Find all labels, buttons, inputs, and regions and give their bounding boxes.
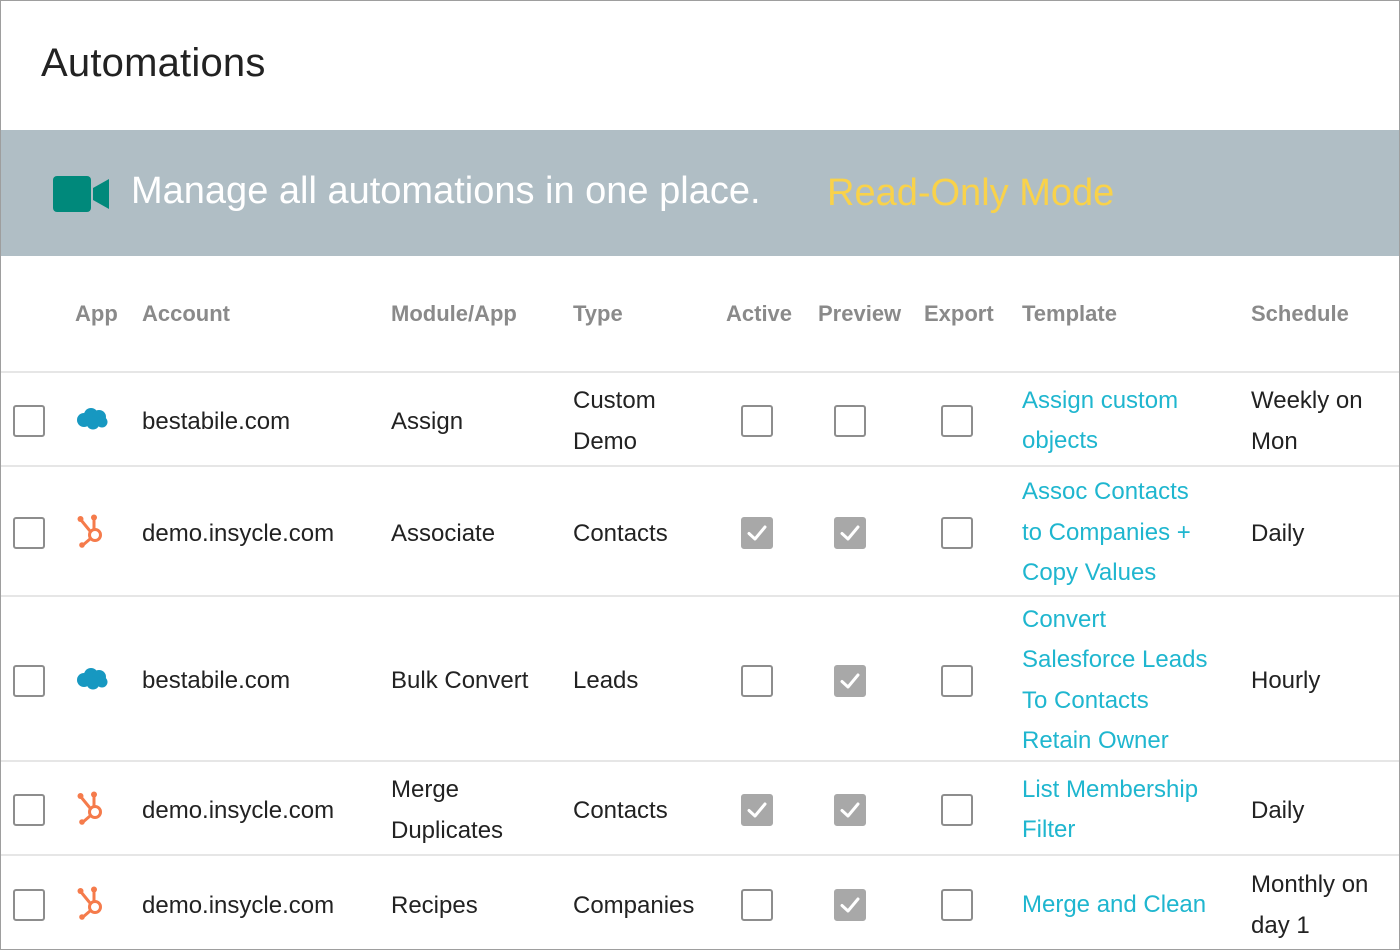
account-cell: demo.insycle.com bbox=[142, 891, 335, 919]
header-account[interactable]: Account bbox=[142, 301, 230, 327]
row-select-checkbox[interactable] bbox=[13, 794, 45, 826]
header-app[interactable]: App bbox=[75, 301, 118, 327]
salesforce-icon bbox=[75, 407, 109, 431]
account-cell: demo.insycle.com bbox=[142, 519, 335, 547]
account-cell: bestabile.com bbox=[142, 667, 291, 694]
type-cell: Custom Demo bbox=[573, 387, 656, 455]
read-only-mode-label: Read-Only Mode bbox=[827, 172, 1115, 214]
active-checkbox[interactable] bbox=[741, 794, 773, 826]
info-banner: Manage all automations in one place. Rea… bbox=[1, 130, 1399, 256]
preview-checkbox[interactable] bbox=[834, 517, 866, 549]
hubspot-icon bbox=[77, 886, 107, 920]
module-cell: Recipes bbox=[391, 891, 478, 919]
row-select-checkbox[interactable] bbox=[13, 517, 45, 549]
hubspot-icon bbox=[77, 514, 107, 548]
header-preview[interactable]: Preview bbox=[818, 301, 901, 327]
schedule-cell: Weekly on Mon bbox=[1251, 387, 1363, 455]
header-export[interactable]: Export bbox=[924, 301, 994, 327]
row-divider bbox=[1, 465, 1399, 467]
type-cell: Companies bbox=[573, 891, 695, 919]
hubspot-icon bbox=[77, 791, 107, 825]
account-cell: demo.insycle.com bbox=[142, 796, 335, 824]
schedule-cell: Daily bbox=[1251, 796, 1305, 824]
preview-checkbox[interactable] bbox=[834, 794, 866, 826]
banner-message: Manage all automations in one place. bbox=[131, 170, 761, 212]
header-active[interactable]: Active bbox=[726, 301, 792, 327]
template-link[interactable]: Merge and Clean bbox=[1022, 885, 1206, 926]
active-checkbox[interactable] bbox=[741, 405, 773, 437]
type-cell: Contacts bbox=[573, 796, 668, 824]
preview-checkbox[interactable] bbox=[834, 405, 866, 437]
template-link[interactable]: Convert Salesforce Leads To Contacts Retain… bbox=[1022, 600, 1207, 762]
header-template[interactable]: Template bbox=[1022, 301, 1117, 327]
active-checkbox[interactable] bbox=[741, 889, 773, 921]
schedule-cell: Daily bbox=[1251, 519, 1305, 547]
row-select-checkbox[interactable] bbox=[13, 405, 45, 437]
account-cell: bestabile.com bbox=[142, 407, 291, 435]
export-checkbox[interactable] bbox=[941, 889, 973, 921]
template-link[interactable]: List Membership Filter bbox=[1022, 770, 1198, 851]
export-checkbox[interactable] bbox=[941, 664, 973, 697]
active-checkbox[interactable] bbox=[741, 664, 773, 697]
export-checkbox[interactable] bbox=[941, 405, 973, 437]
preview-checkbox[interactable] bbox=[834, 889, 866, 921]
automations-panel: Automations Manage all automations in on… bbox=[0, 0, 1400, 950]
row-divider bbox=[1, 595, 1399, 597]
export-checkbox[interactable] bbox=[941, 794, 973, 826]
video-camera-icon bbox=[53, 176, 109, 212]
row-select-checkbox[interactable] bbox=[13, 664, 45, 697]
module-cell: Associate bbox=[391, 519, 496, 547]
template-link[interactable]: Assign custom objects bbox=[1022, 381, 1178, 462]
template-link[interactable]: Assoc Contacts to Companies + Copy Values bbox=[1022, 472, 1191, 594]
active-checkbox[interactable] bbox=[741, 517, 773, 549]
module-cell: Merge Duplicates bbox=[391, 776, 504, 844]
row-select-checkbox[interactable] bbox=[13, 889, 45, 921]
row-divider bbox=[1, 760, 1399, 762]
schedule-cell: Monthly on day 1 bbox=[1251, 871, 1369, 939]
page-title: Automations bbox=[41, 41, 266, 85]
type-cell: Leads bbox=[573, 667, 639, 694]
header-module[interactable]: Module/App bbox=[391, 301, 517, 327]
module-cell: Bulk Convert bbox=[391, 667, 529, 694]
type-cell: Contacts bbox=[573, 519, 668, 547]
module-cell: Assign bbox=[391, 407, 464, 435]
header-type[interactable]: Type bbox=[573, 301, 623, 327]
salesforce-icon bbox=[75, 667, 109, 691]
export-checkbox[interactable] bbox=[941, 517, 973, 549]
schedule-cell: Hourly bbox=[1251, 667, 1321, 694]
header-schedule[interactable]: Schedule bbox=[1251, 301, 1349, 327]
row-divider bbox=[1, 854, 1399, 856]
row-divider bbox=[1, 371, 1399, 373]
preview-checkbox[interactable] bbox=[834, 664, 866, 697]
